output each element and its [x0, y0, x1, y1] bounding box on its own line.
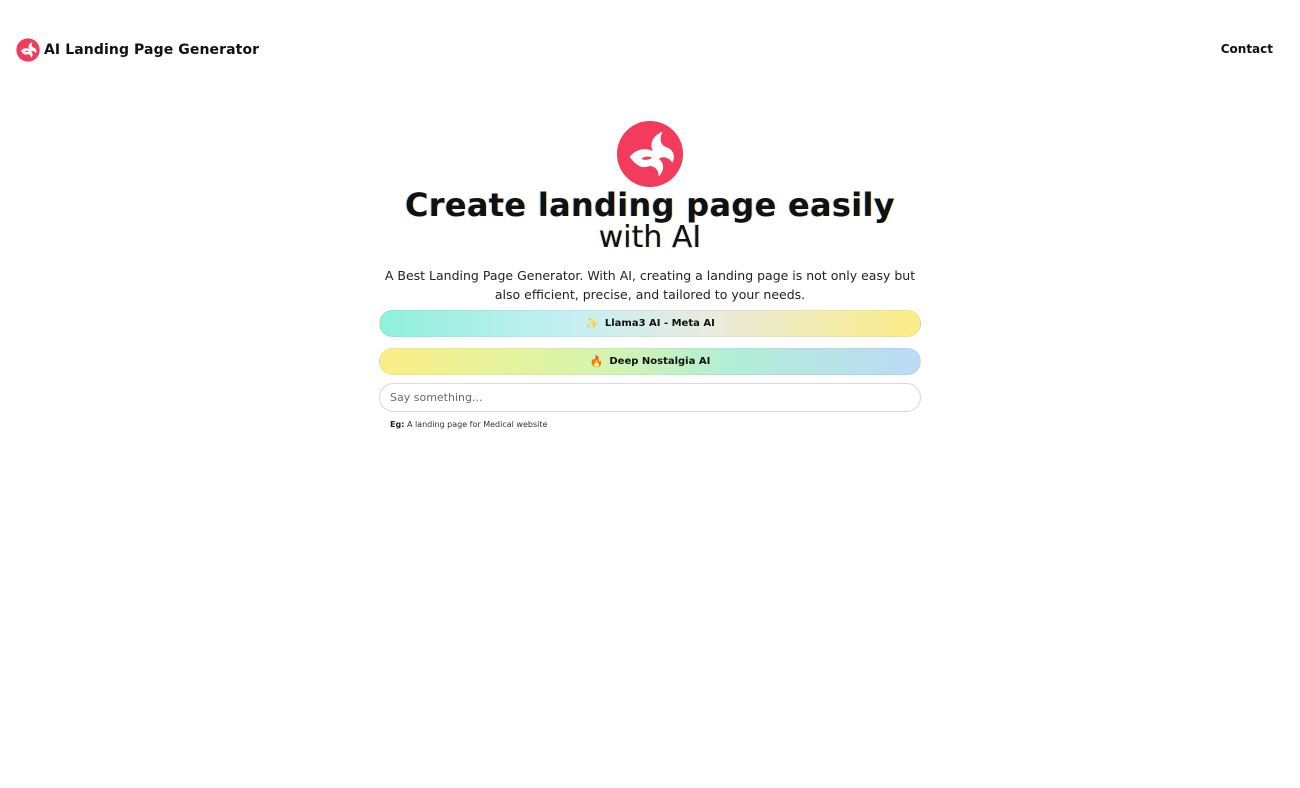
example-suggestion[interactable]: A landing page for Medical website — [407, 420, 547, 429]
model-button-deep-nostalgia[interactable]: 🔥 Deep Nostalgia AI — [379, 348, 921, 375]
hero-description: A Best Landing Page Generator. With AI, … — [384, 268, 916, 302]
fire-icon: 🔥 — [589, 355, 604, 368]
contact-link[interactable]: Contact — [1221, 42, 1273, 56]
page-subtitle: with AI — [598, 220, 702, 255]
model-label: Llama3 AI - Meta AI — [604, 318, 715, 329]
hero-section: Create landing page easily with AI A Bes… — [379, 120, 921, 429]
model-button-llama3[interactable]: ✨ Llama3 AI - Meta AI — [379, 310, 921, 337]
example-hint: Eg: A landing page for Medical website — [379, 420, 921, 429]
top-navigation: AI Landing Page Generator Contact — [0, 0, 1300, 98]
page-title: Create landing page easily — [405, 186, 895, 224]
model-label: Deep Nostalgia AI — [609, 356, 711, 367]
prompt-input[interactable] — [379, 383, 921, 412]
phoenix-logo-icon — [616, 120, 684, 188]
example-label: Eg: — [390, 420, 405, 429]
sparkles-icon: ✨ — [585, 317, 599, 330]
phoenix-logo-icon — [16, 38, 40, 62]
brand-name: AI Landing Page Generator — [44, 42, 260, 58]
prompt-container — [379, 383, 921, 412]
brand-link[interactable]: AI Landing Page Generator — [16, 38, 259, 62]
